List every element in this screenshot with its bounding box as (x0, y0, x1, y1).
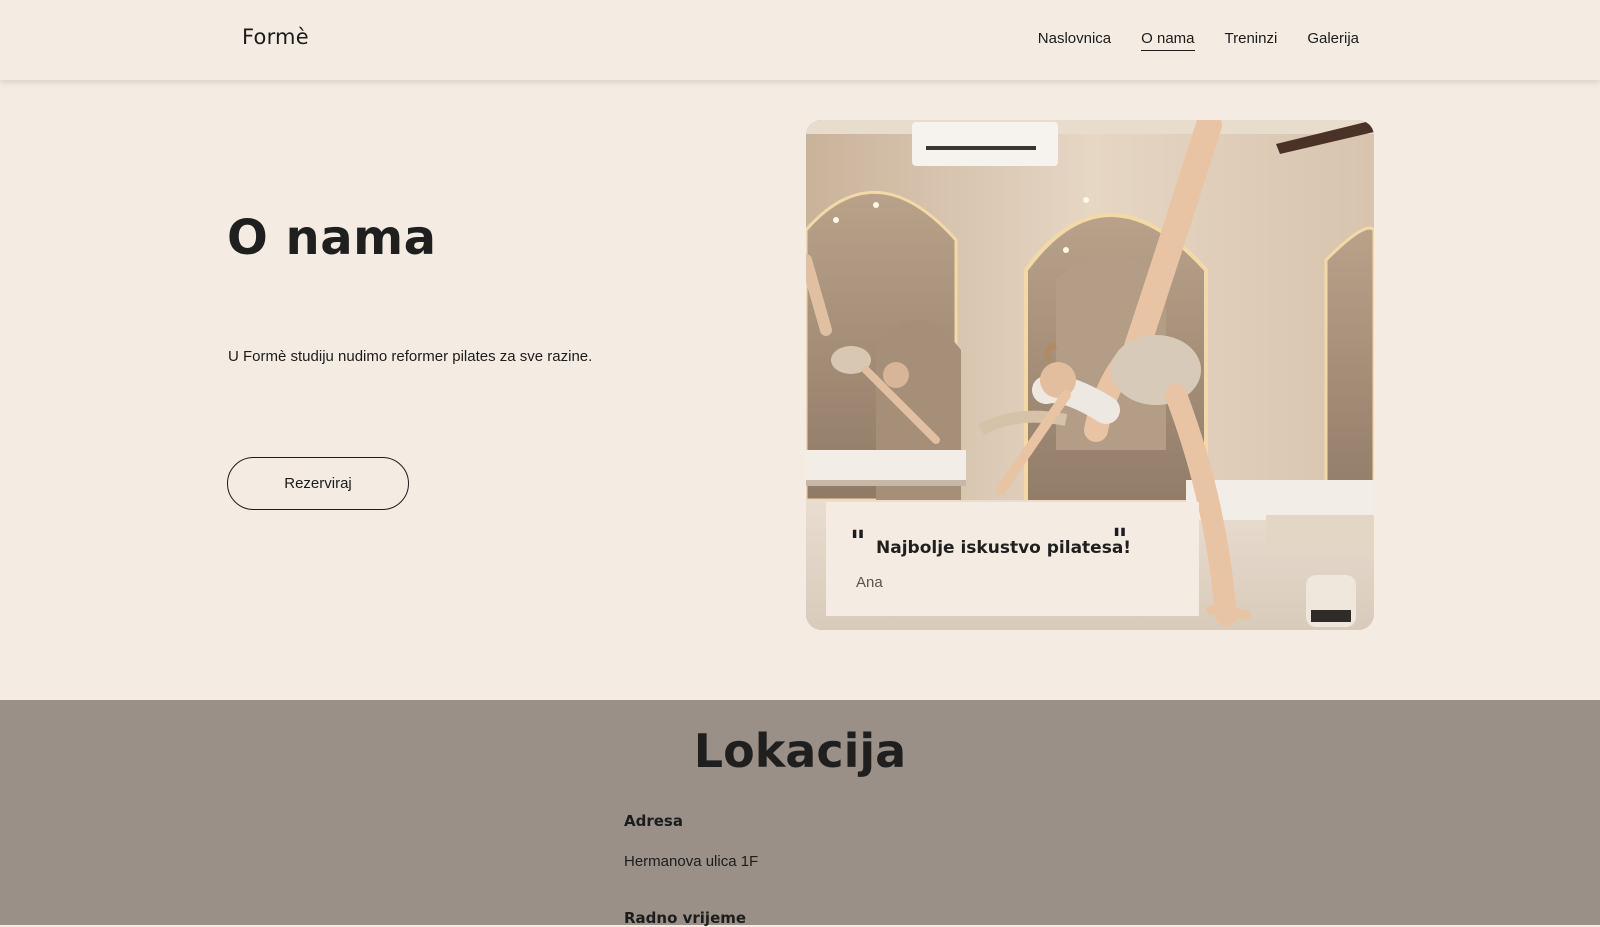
page-title: O nama (227, 210, 437, 266)
working-hours-label: Radno vrijeme (624, 909, 747, 927)
address-value: Hermanova ulica 1F (624, 853, 759, 870)
hero-description: U Formè studiju nudimo reformer pilates … (228, 348, 593, 365)
nav-link-o-nama[interactable]: O nama (1141, 30, 1195, 51)
open-quote-icon: " (850, 525, 866, 560)
location-section: Lokacija Adresa Hermanova ulica 1F Radno… (0, 700, 1600, 927)
book-button[interactable]: Rezerviraj (227, 457, 409, 510)
testimonial-author: Ana (856, 574, 883, 591)
close-quote-icon: " (1112, 523, 1128, 558)
main-nav: Naslovnica O nama Treninzi Galerija (1038, 30, 1359, 51)
testimonial-card: " Najbolje iskustvo pilatesa! " Ana (826, 502, 1199, 616)
site-logo[interactable]: Formè (242, 25, 309, 49)
testimonial-quote: Najbolje iskustvo pilatesa! (876, 538, 1132, 558)
location-title: Lokacija (693, 724, 907, 778)
nav-link-treninzi[interactable]: Treninzi (1225, 30, 1278, 51)
site-header: Formè Naslovnica O nama Treninzi Galerij… (0, 0, 1600, 80)
nav-link-naslovnica[interactable]: Naslovnica (1038, 30, 1111, 51)
address-label: Adresa (624, 812, 683, 830)
nav-link-galerija[interactable]: Galerija (1307, 30, 1359, 51)
